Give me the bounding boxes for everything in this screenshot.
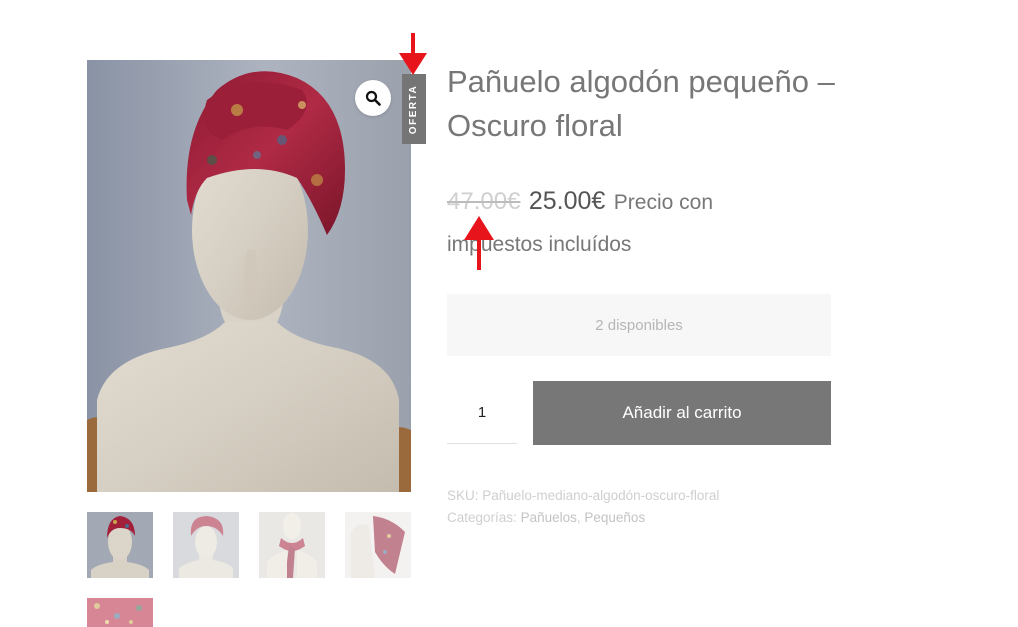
gallery-thumbnail[interactable] bbox=[259, 512, 325, 578]
product-title: Pañuelo algodón pequeño – Oscuro floral bbox=[447, 64, 835, 143]
sku-value: Pañuelo-mediano-algodón-oscuro-floral bbox=[482, 488, 720, 503]
sale-price: 25.00€ bbox=[528, 187, 606, 215]
stock-status-text: 2 disponibles bbox=[595, 316, 683, 334]
regular-price: 47.00€ bbox=[447, 188, 521, 215]
sale-badge-label: OFERTA bbox=[408, 84, 420, 134]
gallery-thumbnail[interactable] bbox=[345, 512, 411, 578]
thumbnail-image bbox=[345, 512, 411, 578]
gallery-thumbnail[interactable] bbox=[87, 512, 153, 578]
thumbnail-image bbox=[87, 598, 153, 627]
category-link-panuelos[interactable]: Pañuelos bbox=[521, 510, 577, 525]
category-separator: , bbox=[576, 510, 581, 525]
thumbnail-image bbox=[259, 512, 325, 578]
product-main-image[interactable] bbox=[87, 60, 411, 492]
category-link-pequenos[interactable]: Pequeños bbox=[584, 510, 645, 525]
sale-badge: OFERTA bbox=[402, 74, 426, 144]
quantity-input[interactable] bbox=[447, 381, 517, 444]
price-block: 47.00€ 25.00€ Precio con impuestos inclu… bbox=[447, 181, 777, 267]
sku-row: SKU: Pañuelo-mediano-algodón-oscuro-flor… bbox=[447, 485, 867, 507]
zoom-button[interactable] bbox=[355, 80, 391, 116]
add-to-cart-button[interactable]: Añadir al carrito bbox=[533, 381, 831, 445]
thumbnail-image bbox=[87, 512, 153, 578]
thumbnail-image bbox=[173, 512, 239, 578]
product-meta: SKU: Pañuelo-mediano-algodón-oscuro-flor… bbox=[447, 485, 867, 529]
product-page: OFERTA Pañuelo algodón pequeño – Oscuro … bbox=[0, 0, 1018, 627]
magnifier-icon bbox=[365, 90, 381, 106]
gallery-thumbnail[interactable] bbox=[173, 512, 239, 578]
categories-label: Categorías: bbox=[447, 510, 517, 525]
sku-label: SKU: bbox=[447, 488, 479, 503]
gallery-thumbnail[interactable] bbox=[87, 598, 153, 627]
mannequin-photo bbox=[87, 60, 411, 492]
categories-row: Categorías: Pañuelos, Pequeños bbox=[447, 507, 867, 529]
stock-status: 2 disponibles bbox=[447, 294, 831, 356]
